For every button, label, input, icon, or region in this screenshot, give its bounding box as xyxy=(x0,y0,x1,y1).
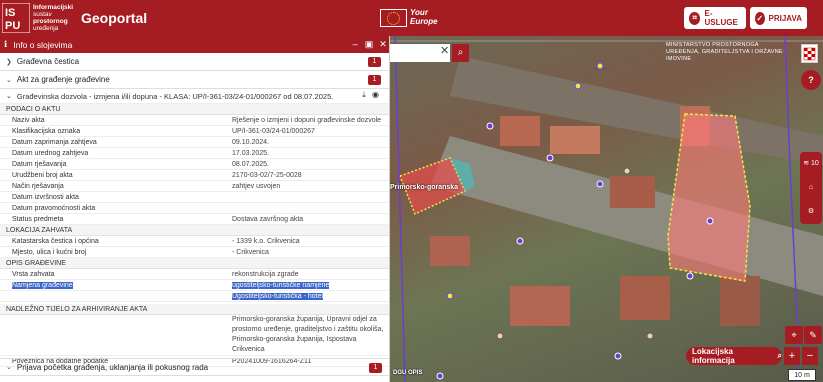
table-row-selected: Ugostiteljsko-turistička - hotel xyxy=(0,291,389,302)
check-icon: ✓ xyxy=(755,11,765,25)
section-gradevna-cestica[interactable]: ❯ Građevna čestica 1 xyxy=(0,53,389,71)
close-button[interactable]: ✕ xyxy=(378,39,388,50)
basemap-button[interactable]: ⌂ xyxy=(800,176,822,200)
zoom-in-button[interactable]: + xyxy=(784,347,800,365)
section-akt-za-gradenje[interactable]: ⌄ Akt za građenje građevine 1 xyxy=(0,71,389,89)
table-row: Urudžbeni broj akta 2170-03-02/7-25-0028 xyxy=(0,170,389,181)
table-row: Datum izvršnosti akta xyxy=(0,192,389,203)
table-row: Vrsta zahvata rekonstrukcija zgrade xyxy=(0,269,389,280)
section-prijava-pocetka[interactable]: ⌄ Prijava početka građenja, uklanjanja i… xyxy=(0,358,390,376)
isprostor-logo[interactable]: IS PU xyxy=(2,3,30,33)
map-layers-toolbar: ≋ 10 ⌂ ⚙ xyxy=(800,152,822,224)
map-scale: 10 m xyxy=(788,369,816,381)
chevron-down-icon: ⌄ xyxy=(6,364,12,371)
prijava-button[interactable]: ✓ PRIJAVA xyxy=(750,7,807,29)
search-icon: ⌕ xyxy=(457,47,464,58)
table-row: Naziv akta Rješenje o izmjeni i dopuni gr… xyxy=(0,115,389,126)
group-opis-gradevine: OPIS GRAĐEVINE xyxy=(0,258,389,269)
svg-text:PU: PU xyxy=(5,20,20,32)
table-row: Način rješavanja zahtjev usvojen xyxy=(0,181,389,192)
dgu-attribution: DGU OPIS xyxy=(393,370,423,376)
layer-info-panel: ℹ Info o slojevima – ▣ ✕ ❯ Građevna čest… xyxy=(0,36,390,382)
ministry-label: MINISTARSTVO PROSTORNOGA UREĐENJA, GRADI… xyxy=(666,42,783,62)
group-nadlezno-tijelo: NADLEŽNO TIJELO ZA ARHIVIRANJE AKTA xyxy=(0,304,389,315)
count-badge: 1 xyxy=(369,363,382,373)
table-row-selected: Namjena građevine ugostiteljsko-turističk… xyxy=(0,280,389,291)
map-view[interactable]: Primorsko-goranska xyxy=(390,36,823,382)
chevron-down-icon: ⌄ xyxy=(6,76,12,84)
your-europe-logo[interactable]: Your Europe xyxy=(410,8,438,26)
pin-icon: ⌖ xyxy=(791,330,797,340)
chevron-right-icon: ❯ xyxy=(6,58,12,66)
download-icon[interactable]: ⤓ xyxy=(362,90,366,99)
table-row: Klasifikacijska oznaka UP/I-361-03/24-01/… xyxy=(0,126,389,137)
zoom-out-button[interactable]: − xyxy=(802,347,818,365)
lokacijska-informacija-button[interactable]: Lokacijska informacija ⌕ xyxy=(686,347,782,365)
panel-title: Info o slojevima xyxy=(13,39,73,50)
measure-button[interactable]: ✎ xyxy=(804,326,822,344)
group-lokacija-zahvata: LOKACIJA ZAHVATA xyxy=(0,225,389,236)
eu-flag-icon[interactable] xyxy=(380,9,407,27)
location-button[interactable]: ⌖ xyxy=(785,326,803,344)
gear-icon: ⚙ xyxy=(807,208,815,215)
table-row: Mjesto, ulica i kućni broj - Crikvenica xyxy=(0,247,389,258)
table-row: Datum zaprimanja zahtjeva 09.10.2024. xyxy=(0,137,389,148)
search-button[interactable]: ⌕ xyxy=(452,44,469,62)
eye-icon[interactable]: ◉ xyxy=(372,90,379,99)
table-row: Datum rješavanja 08.07.2025. xyxy=(0,159,389,170)
croatian-coat-of-arms-icon xyxy=(801,44,818,63)
svg-text:IS: IS xyxy=(5,7,15,19)
chevron-down-icon: ⌄ xyxy=(6,93,12,100)
services-icon: ⌗ xyxy=(689,11,701,25)
info-icon: ℹ xyxy=(4,39,8,49)
help-button[interactable]: ? xyxy=(801,70,821,90)
count-badge: 1 xyxy=(368,57,381,67)
app-title: Geoportal xyxy=(81,10,148,26)
basemap-icon: ⌂ xyxy=(808,184,814,191)
app-header: IS PU Informacijski sustav prostornog ur… xyxy=(0,0,823,36)
table-row: Status predmeta Dostava završnog akta xyxy=(0,214,389,225)
ruler-icon: ✎ xyxy=(809,330,817,340)
layers-button[interactable]: ≋ 10 xyxy=(800,152,822,176)
maximize-button[interactable]: ▣ xyxy=(364,39,374,50)
map-place-label: Primorsko-goranska xyxy=(390,184,459,191)
document-item[interactable]: ⌄ Građevinska dozvola - izmjena i/ili do… xyxy=(0,89,389,104)
group-podaci-o-aktu: PODACI O AKTU xyxy=(0,104,389,115)
table-row: Primorsko-goranska županija, Upravni odj… xyxy=(0,315,389,356)
search-location-icon: ⌕ xyxy=(777,351,782,360)
count-badge: 1 xyxy=(368,75,381,85)
table-row: Katastarska čestica i općina - 1339 k.o. … xyxy=(0,236,389,247)
e-usluge-button[interactable]: ⌗ E-USLUGE xyxy=(684,7,746,29)
table-row: Datum pravomoćnosti akta xyxy=(0,203,389,214)
panel-header: ℹ Info o slojevima – ▣ ✕ xyxy=(0,36,389,53)
logo-text: Informacijski sustav prostornog uređenja xyxy=(33,4,74,32)
table-row: Datum urednog zahtjeva 17.03.2025. xyxy=(0,148,389,159)
minimize-button[interactable]: – xyxy=(350,39,360,49)
settings-button[interactable]: ⚙ xyxy=(800,200,822,224)
layers-icon: ≋ xyxy=(803,160,810,167)
clear-search-icon[interactable]: ✕ xyxy=(440,44,449,57)
